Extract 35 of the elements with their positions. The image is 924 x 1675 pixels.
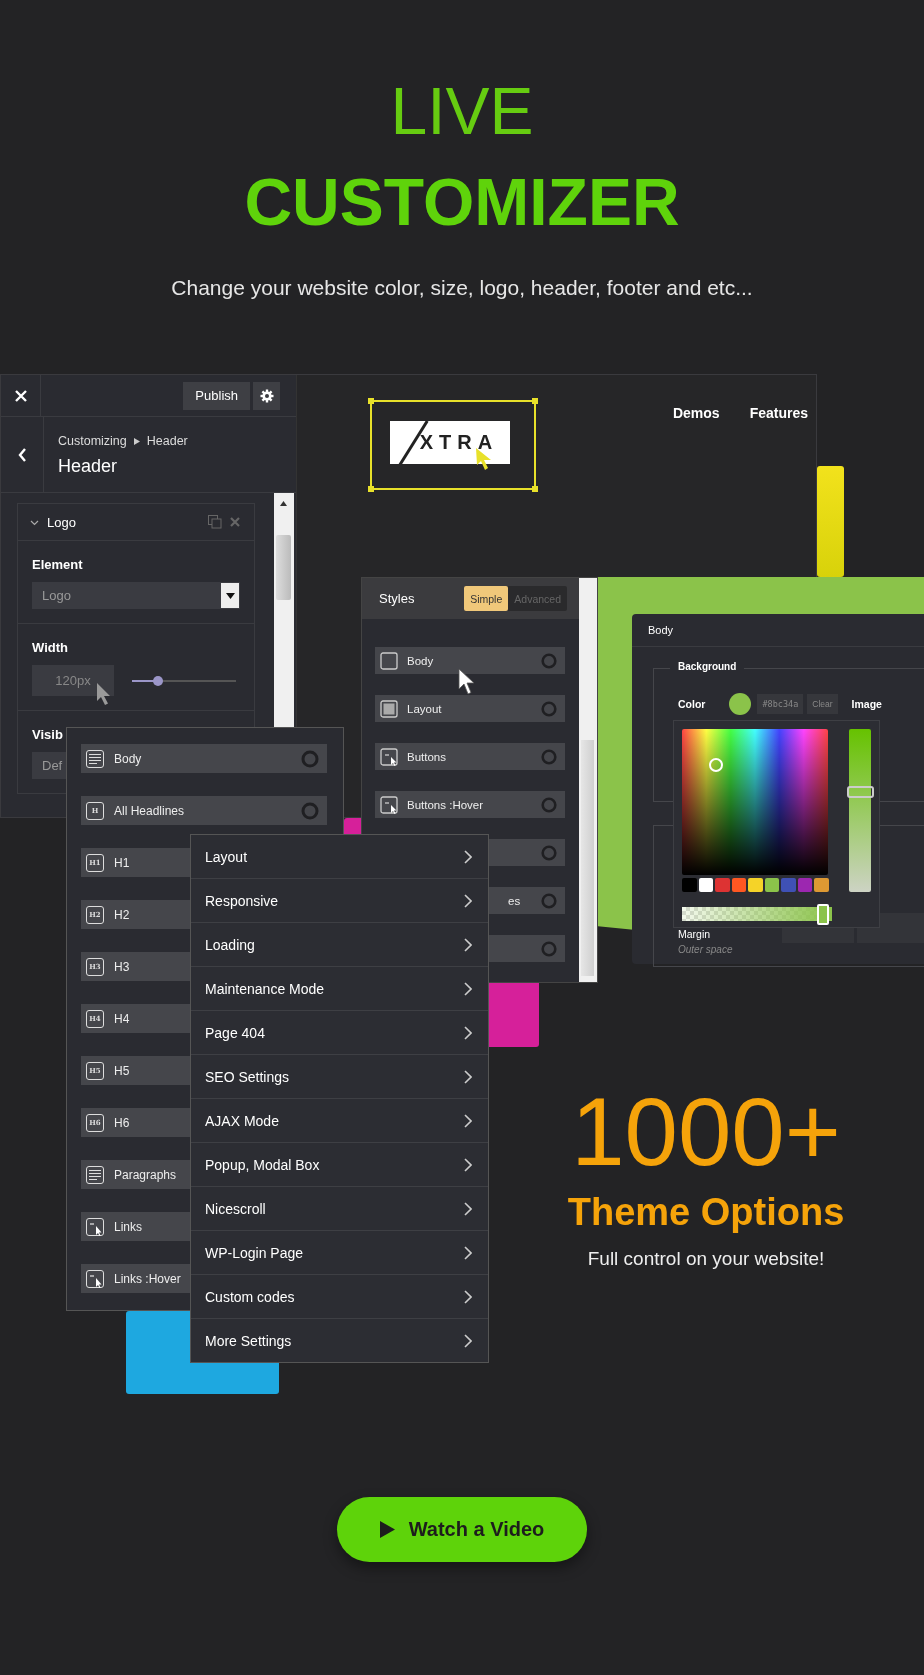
item-label: H6	[114, 1115, 130, 1130]
item-label: Layout	[407, 702, 442, 715]
stat-number: 1000+	[571, 1084, 841, 1180]
field-hint: Outer space	[678, 944, 733, 955]
section-title: Header	[58, 456, 119, 477]
item-label: Body	[407, 654, 434, 667]
panel-title: Logo	[47, 514, 76, 530]
field-label: Visib	[32, 727, 64, 742]
group-title: Background	[670, 661, 745, 672]
item-label: H2	[114, 907, 130, 922]
hero-subtitle: Change your website color, size, logo, header, footer and etc...	[171, 275, 753, 301]
item-label: H1	[114, 855, 130, 870]
field-label: Color	[678, 698, 706, 710]
item-label: es	[508, 894, 521, 907]
field-label: Image	[851, 698, 882, 710]
item-label: H5	[114, 1063, 130, 1078]
item-label: Paragraphs	[114, 1167, 177, 1182]
stat-title: Theme Options	[567, 1192, 845, 1234]
field-label: Margin	[678, 928, 711, 940]
stat-caption: Full control on your website!	[587, 1247, 825, 1270]
field-label: Element	[32, 557, 84, 572]
panel-title: Body	[632, 614, 924, 647]
item-label: Links	[114, 1219, 142, 1234]
field-label: Width	[32, 640, 69, 655]
item-label: Buttons	[407, 750, 446, 763]
item-label: H4	[114, 1011, 130, 1026]
item-label: Buttons :Hover	[407, 798, 484, 811]
item-label: All Headlines	[114, 803, 185, 818]
item-label: H3	[114, 959, 130, 974]
hero-title: LIVE	[390, 78, 534, 144]
breadcrumb-current: Header	[146, 434, 188, 448]
panel-title: Styles	[379, 591, 416, 606]
item-label: Body	[114, 751, 142, 766]
hero-title: CUSTOMIZER	[244, 169, 680, 235]
item-label: Links :Hover	[114, 1271, 181, 1286]
